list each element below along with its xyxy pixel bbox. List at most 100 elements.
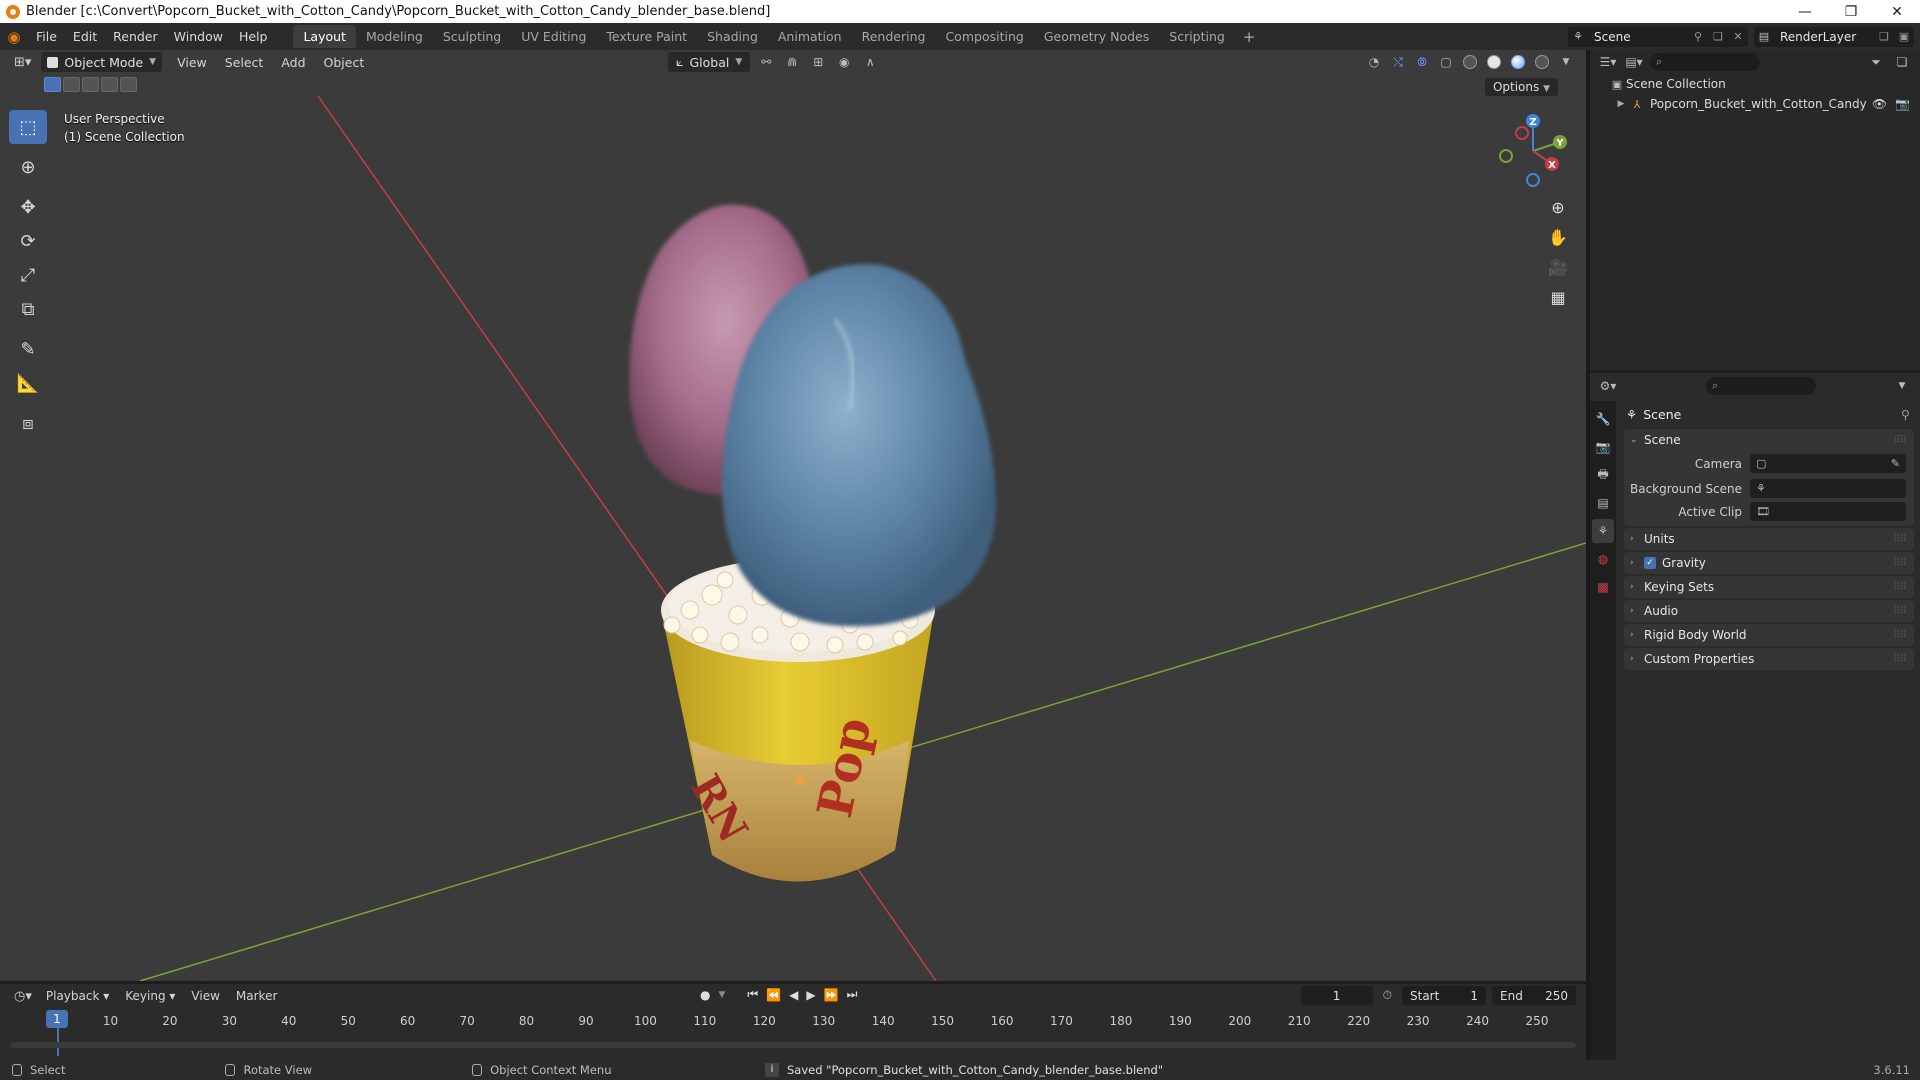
eyedropper-icon[interactable]: ✎	[1891, 457, 1900, 470]
select-extend-icon[interactable]	[63, 77, 80, 92]
gizmo-toggle-icon[interactable]: ⤭	[1388, 52, 1408, 72]
keying-options-icon[interactable]: ▼	[718, 990, 725, 1000]
select-intersect-icon[interactable]	[120, 77, 137, 92]
viewport-menu-select[interactable]: Select	[216, 55, 273, 70]
rendered-shading-icon[interactable]	[1532, 52, 1552, 72]
audio-panel-header[interactable]: › Audio ⠿⠿	[1624, 600, 1914, 622]
jump-start-icon[interactable]: ⏮	[747, 987, 758, 1002]
timeline-scrollbar[interactable]	[10, 1042, 1576, 1048]
menu-window[interactable]: Window	[166, 29, 231, 44]
current-frame-field[interactable]: 1	[1300, 986, 1373, 1005]
options-dropdown[interactable]: Options ▼	[1484, 78, 1558, 96]
falloff-icon[interactable]: ∧	[860, 52, 880, 72]
output-tab-icon[interactable]: 🖶	[1592, 463, 1614, 487]
drag-grip-icon[interactable]: ⠿⠿	[1893, 654, 1907, 665]
menu-help[interactable]: Help	[231, 29, 276, 44]
outliner-scene-collection[interactable]: ▣ Scene Collection	[1590, 74, 1920, 94]
add-workspace-button[interactable]: +	[1235, 28, 1264, 46]
units-panel-header[interactable]: › Units ⠿⠿	[1624, 528, 1914, 550]
drag-grip-icon[interactable]: ⠿⠿	[1893, 534, 1907, 545]
annotate-tool-icon[interactable]: ✎	[9, 332, 47, 366]
custom-properties-panel-header[interactable]: › Custom Properties ⠿⠿	[1624, 648, 1914, 670]
eye-visibility-icon[interactable]: 👁	[1872, 97, 1887, 111]
view-layer-tab-icon[interactable]: ▤	[1592, 491, 1614, 515]
maximize-button[interactable]: ❐	[1828, 4, 1874, 20]
new-scene-icon[interactable]: ❏	[1708, 30, 1728, 43]
move-tool-icon[interactable]: ✥	[9, 190, 47, 224]
viewport-menu-view[interactable]: View	[168, 55, 216, 70]
view-layer-selector[interactable]: ▤ RenderLayer ❏ ▣	[1754, 26, 1914, 47]
wireframe-shading-icon[interactable]	[1460, 52, 1480, 72]
tab-rendering[interactable]: Rendering	[852, 25, 936, 48]
solid-shading-icon[interactable]	[1484, 52, 1504, 72]
pin-icon[interactable]: ⚲	[1901, 407, 1910, 422]
snap-icon[interactable]: ⋒	[782, 52, 802, 72]
timeline-menu-playback[interactable]: Playback ▾	[38, 989, 117, 1003]
viewport-scene[interactable]: RN Pop	[0, 50, 1586, 981]
cursor-tool-icon[interactable]: ⊕	[9, 150, 47, 184]
scene-tab-icon[interactable]: ⚘	[1592, 519, 1614, 543]
view-layer-name[interactable]: RenderLayer	[1774, 30, 1874, 44]
snap-target-icon[interactable]: ⊞	[808, 52, 828, 72]
outliner-editor-type-icon[interactable]: ☰▾	[1598, 52, 1618, 72]
pan-hand-icon[interactable]: ✋	[1547, 226, 1569, 248]
tab-geometry-nodes[interactable]: Geometry Nodes	[1034, 25, 1159, 48]
status-saved-message[interactable]: i Saved "Popcorn_Bucket_with_Cotton_Cand…	[765, 1063, 1163, 1077]
pin-icon[interactable]: ⚲	[1688, 30, 1708, 43]
drag-grip-icon[interactable]: ⠿⠿	[1893, 606, 1907, 617]
tool-tab-icon[interactable]: 🔧	[1592, 407, 1614, 431]
tab-scripting[interactable]: Scripting	[1159, 25, 1235, 48]
overlays-icon[interactable]: ⦾	[1412, 52, 1432, 72]
camera-field[interactable]: ▢ ✎	[1750, 454, 1906, 473]
expand-triangle-icon[interactable]: ▶	[1614, 99, 1628, 109]
new-collection-icon[interactable]: ❏	[1892, 52, 1912, 72]
properties-editor-type-icon[interactable]: ⚙▾	[1598, 376, 1618, 396]
camera-view-icon[interactable]: 🎥	[1547, 256, 1569, 278]
stopwatch-icon[interactable]: ⏱	[1383, 988, 1392, 1003]
proportional-edit-icon[interactable]: ◉	[834, 52, 854, 72]
scale-tool-icon[interactable]: ⤢	[9, 258, 47, 292]
xray-icon[interactable]: ▢	[1436, 52, 1456, 72]
drag-grip-icon[interactable]: ⠿⠿	[1893, 630, 1907, 641]
start-frame-field[interactable]: Start 1	[1402, 986, 1486, 1005]
drag-grip-icon[interactable]: ⠿⠿	[1893, 558, 1907, 569]
drag-grip-icon[interactable]: ⠿⠿	[1893, 435, 1907, 446]
tab-texture-paint[interactable]: Texture Paint	[596, 25, 697, 48]
outliner-search-input[interactable]: ⌕	[1650, 53, 1760, 71]
display-mode-icon[interactable]: ▤▾	[1624, 52, 1644, 72]
texture-tab-icon[interactable]: ▩	[1592, 575, 1614, 599]
keying-sets-panel-header[interactable]: › Keying Sets ⠿⠿	[1624, 576, 1914, 598]
properties-options-icon[interactable]: ▼	[1892, 376, 1912, 396]
material-shading-icon[interactable]	[1508, 52, 1528, 72]
tab-shading[interactable]: Shading	[697, 25, 768, 48]
close-button[interactable]: ✕	[1874, 4, 1920, 20]
render-tab-icon[interactable]: 📷	[1592, 435, 1614, 459]
filter-icon[interactable]: ⏷	[1866, 52, 1886, 72]
background-scene-field[interactable]: ⚘	[1750, 479, 1906, 498]
zoom-icon[interactable]: ⊕	[1547, 196, 1569, 218]
editor-type-icon[interactable]: ⊞▾	[8, 55, 37, 70]
tab-animation[interactable]: Animation	[768, 25, 852, 48]
orientation-dropdown[interactable]: ⟀ Global ▼	[668, 52, 751, 72]
playhead-frame-indicator[interactable]: 1	[46, 1010, 68, 1028]
delete-view-layer-icon[interactable]: ▣	[1894, 30, 1914, 43]
gizmo-neg-z-axis[interactable]	[1526, 173, 1540, 187]
select-box-tool-icon[interactable]: ⬚	[9, 110, 47, 144]
render-camera-icon[interactable]: 📷	[1895, 97, 1910, 111]
viewport-menu-object[interactable]: Object	[315, 55, 374, 70]
3d-viewport[interactable]: RN Pop ⊞▾ Object Mode ▼ View Select Add …	[0, 50, 1586, 981]
jump-prev-keyframe-icon[interactable]: ⏪	[766, 988, 781, 1002]
world-tab-icon[interactable]: ◍	[1592, 547, 1614, 571]
rotate-tool-icon[interactable]: ⟳	[9, 224, 47, 258]
timeline-editor-type-icon[interactable]: ◷▾	[8, 989, 38, 1004]
add-cube-tool-icon[interactable]: ⧈	[9, 406, 47, 440]
end-frame-field[interactable]: End 250	[1492, 986, 1576, 1005]
select-invert-icon[interactable]	[101, 77, 118, 92]
tab-modeling[interactable]: Modeling	[356, 25, 433, 48]
jump-next-keyframe-icon[interactable]: ⏩	[824, 988, 839, 1002]
play-icon[interactable]: ▶	[806, 988, 815, 1002]
timeline-menu-keying[interactable]: Keying ▾	[117, 989, 183, 1003]
blender-menu-icon[interactable]: ◉	[0, 28, 28, 46]
pivot-point-icon[interactable]: ⚯	[756, 52, 776, 72]
shading-options-icon[interactable]: ▼	[1556, 52, 1576, 72]
